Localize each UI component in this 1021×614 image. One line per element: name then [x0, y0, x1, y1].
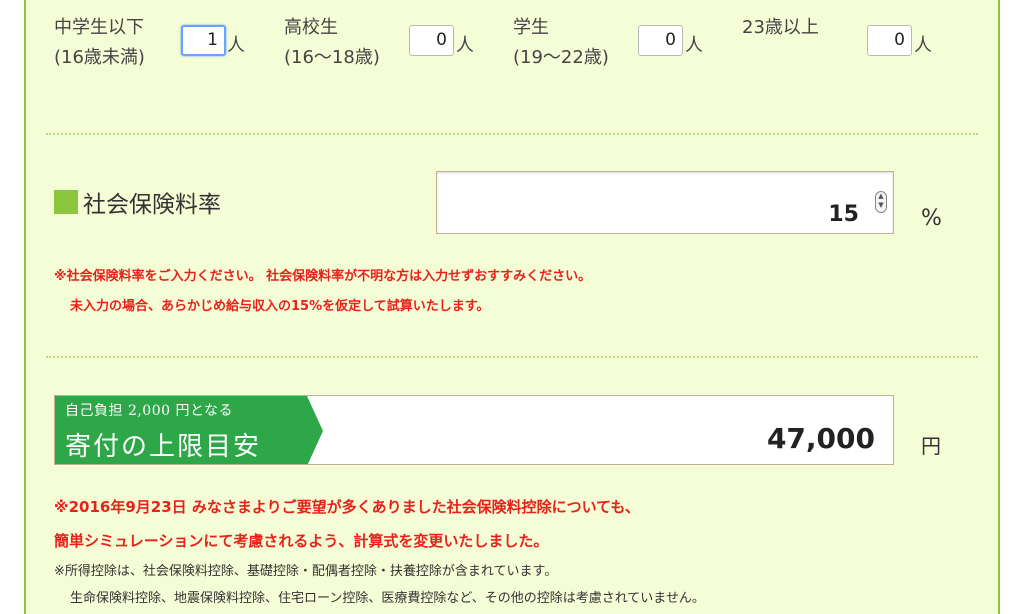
rate-value: 15: [828, 202, 859, 227]
deduction-note-line2: 生命保険料控除、地震保険料控除、住宅ローン控除、医療費控除など、その他の控除は考…: [70, 591, 705, 606]
rate-note-line2: 未入力の場合、あらかじめ給与収入の15%を仮定して試算いたします。: [70, 299, 490, 314]
update-note-line1: ※2016年9月23日 みなさまよりご要望が多くありました社会保険料控除について…: [54, 498, 640, 516]
age-group-highschool-label: 高校生 (16〜18歳): [284, 13, 380, 73]
age-label-line1: 学生: [513, 17, 549, 38]
age-label-line2: (19〜22歳): [513, 47, 609, 68]
yen-unit: 円: [921, 434, 941, 458]
age-group-student-label: 学生 (19〜22歳): [513, 13, 609, 73]
banner-subtitle: 自己負担 2,000 円となる: [65, 403, 234, 419]
student-count-input[interactable]: 0: [638, 25, 683, 56]
age-label-line1: 高校生: [284, 17, 338, 38]
donation-limit-value: 47,000: [766, 422, 875, 455]
update-note-line2: 簡単シミュレーションにて考慮されるよう、計算式を変更いたしました。: [54, 532, 549, 550]
age-label-line2: (16歳未満): [54, 47, 145, 68]
result-banner: 自己負担 2,000 円となる 寄付の上限目安: [55, 396, 323, 464]
junior-unit: 人: [227, 35, 245, 56]
rate-note-line1: ※社会保険料率をご入力ください。 社会保険料率が不明な方は入力せずおすすみくださ…: [54, 269, 592, 284]
donation-limit-result: 自己負担 2,000 円となる 寄付の上限目安 47,000: [54, 395, 894, 465]
junior-count-input[interactable]: 1: [181, 25, 226, 56]
age-label-line1: 中学生以下: [54, 17, 144, 38]
age-group-junior-label: 中学生以下 (16歳未満): [54, 13, 145, 73]
social-insurance-rate-input[interactable]: 15 ▲ ▼: [436, 171, 894, 234]
adult-count-input[interactable]: 0: [867, 25, 912, 56]
student-unit: 人: [685, 35, 703, 56]
deduction-note-line1: ※所得控除は、社会保険料控除、基礎控除・配偶者控除・扶養控除が含まれています。: [54, 564, 558, 579]
number-spinner-icon[interactable]: ▲ ▼: [875, 191, 887, 213]
banner-title: 寄付の上限目安: [65, 432, 262, 462]
section-divider: [46, 133, 978, 135]
highschool-count-input[interactable]: 0: [409, 25, 454, 56]
simulation-panel: 中学生以下 (16歳未満) 1 人 高校生 (16〜18歳) 0 人 学生 (1…: [24, 0, 1000, 614]
age-label-line2: (16〜18歳): [284, 47, 380, 68]
age-group-adult-label: 23歳以上: [742, 13, 819, 43]
age-label-line1: 23歳以上: [742, 17, 819, 38]
adult-unit: 人: [914, 35, 932, 56]
highschool-unit: 人: [456, 35, 474, 56]
section-divider: [46, 356, 978, 358]
percent-unit: %: [921, 206, 942, 231]
social-insurance-title: 社会保険料率: [83, 192, 221, 218]
green-square-icon: [54, 190, 78, 214]
